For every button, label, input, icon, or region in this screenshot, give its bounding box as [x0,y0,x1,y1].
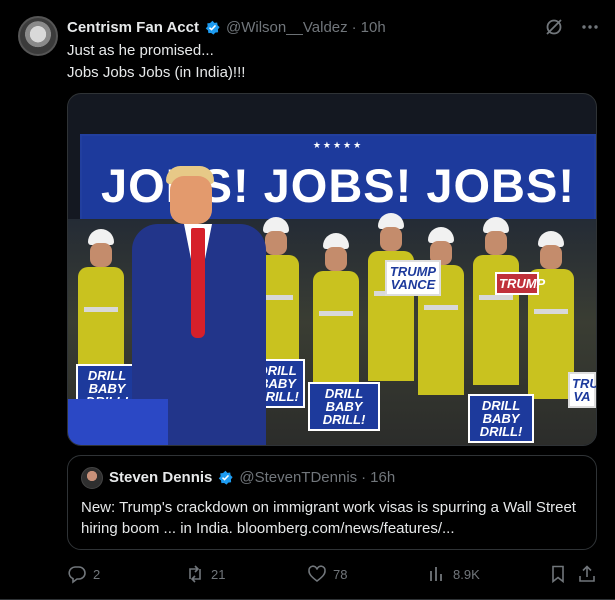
author-name[interactable]: Centrism Fan Acct [67,19,199,36]
quoted-tweet[interactable]: Steven Dennis @StevenTDennis · 16h New: … [67,455,597,550]
separator-dot: · [351,18,357,36]
like-count: 78 [333,566,348,582]
bookmark-icon [552,565,564,584]
bookmark-button[interactable] [548,562,568,586]
heart-icon [308,565,326,583]
like-button[interactable]: 78 [307,562,347,586]
header-icons [544,17,600,37]
quoted-author-handle[interactable]: @StevenTDennis [239,469,357,486]
share-icon [579,565,595,582]
banner-stars: ★★★★★ [312,140,364,150]
trump-vance-sign: TRUMP VANCE [385,260,441,296]
tweet-image[interactable]: ★★★★★ JOBS! JOBS! JOBS! DRILL BABY DRILL… [67,93,597,446]
tweet-text: Just as he promised... Jobs Jobs Jobs (i… [67,40,245,84]
share-button[interactable] [577,562,597,586]
quoted-author-avatar[interactable] [81,467,103,489]
tweet-time[interactable]: 10h [361,19,386,36]
repost-count: 21 [211,566,226,582]
grok-icon[interactable] [544,17,564,37]
worker [473,217,519,387]
worker [368,213,414,383]
trump-sign: TRUMP [495,272,545,295]
views-icon [430,567,442,581]
tweet-text-line-2: Jobs Jobs Jobs (in India)!!! [67,64,246,81]
drill-sign: DRILL BABY DRILL! [308,382,380,431]
repost-button[interactable]: 21 [185,562,225,586]
reply-icon [68,566,86,584]
quoted-author-name[interactable]: Steven Dennis [109,469,212,486]
tweet-text-line-1: Just as he promised... [67,42,214,59]
verified-badge-icon [219,470,233,485]
separator-dot: · [361,469,367,486]
views-button[interactable]: 8.9K [427,562,480,586]
reply-button[interactable]: 2 [67,562,100,586]
quoted-time[interactable]: 16h [370,469,395,486]
repost-icon [189,565,201,583]
author-handle[interactable]: @Wilson__Valdez [226,19,348,36]
drill-sign: DRILL BABY DRILL! [468,394,534,443]
reply-count: 2 [93,566,101,582]
quoted-text: New: Trump's crackdown on immigrant work… [81,499,576,537]
view-count: 8.9K [453,566,480,582]
tweet-header: Centrism Fan Acct @Wilson__Valdez · 10h [67,17,600,37]
more-options-icon[interactable] [580,17,600,37]
worker [418,227,464,397]
author-avatar[interactable] [18,16,58,56]
quoted-header: Steven Dennis @StevenTDennis · 16h [109,469,395,486]
podium [68,399,168,445]
action-bar: 2 21 78 8.9K [67,562,597,586]
tweet[interactable]: Centrism Fan Acct @Wilson__Valdez · 10h … [0,0,615,600]
worker [313,233,359,403]
verified-badge-icon [205,20,220,35]
trump-vance-sign: TRU VA [568,372,596,408]
